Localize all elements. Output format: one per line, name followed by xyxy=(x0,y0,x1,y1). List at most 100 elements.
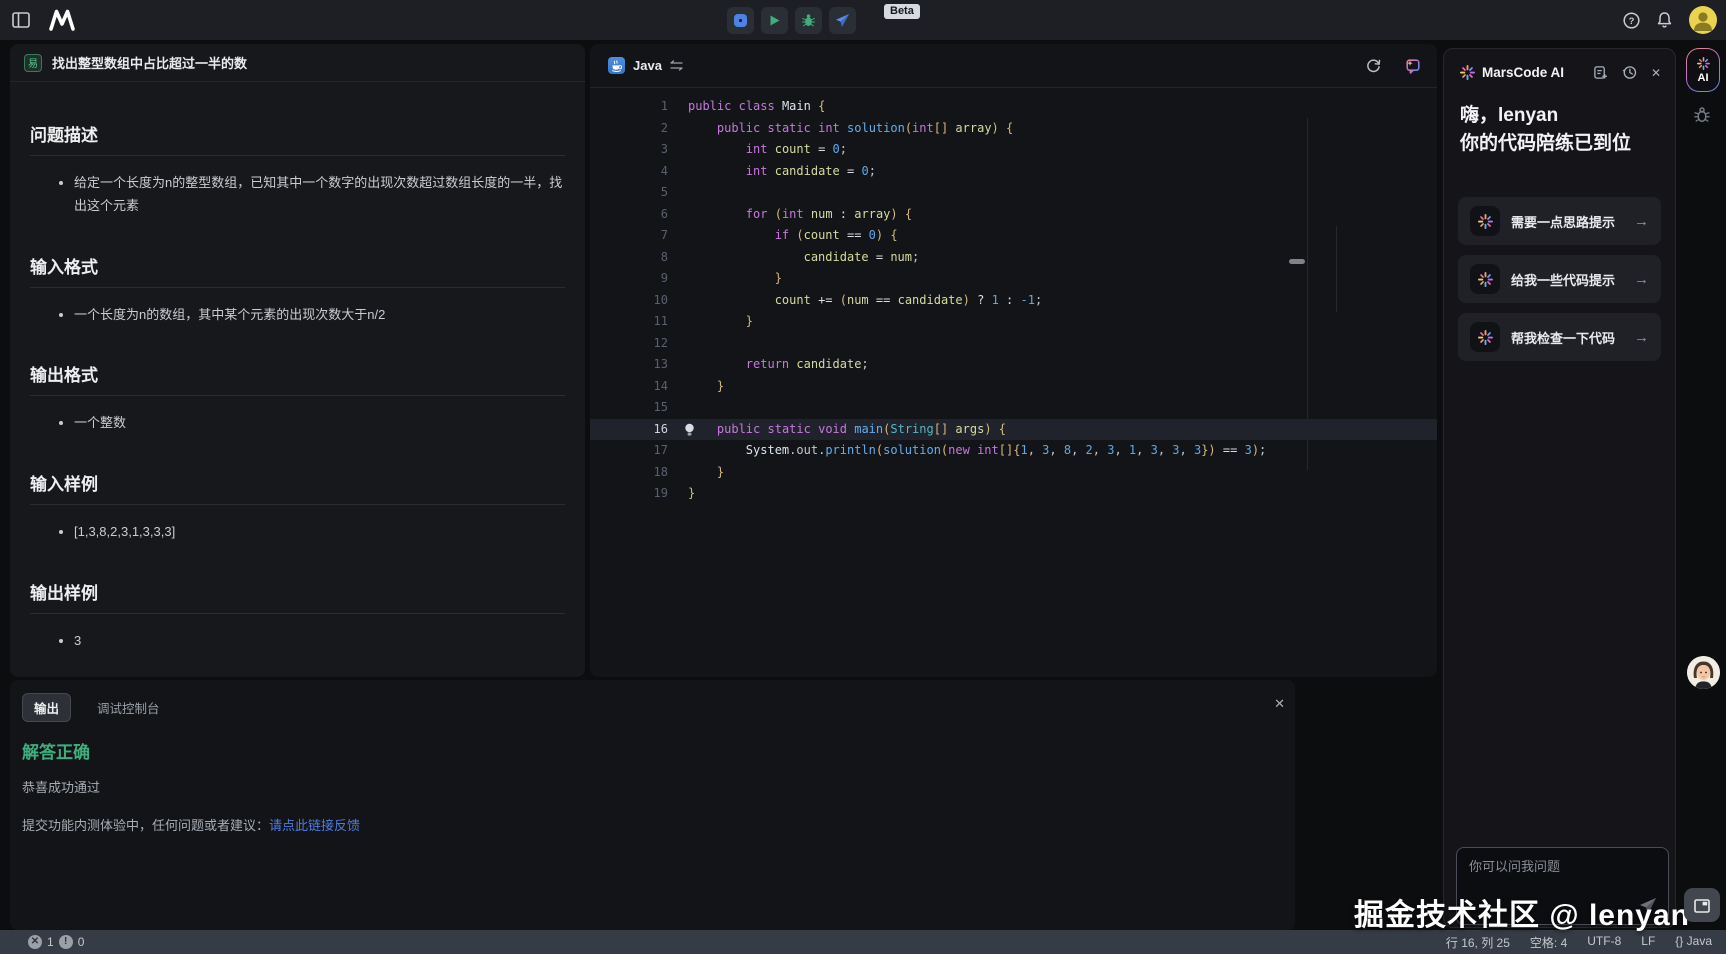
language-mode[interactable]: {} Java xyxy=(1675,934,1712,951)
line-number[interactable]: 4 xyxy=(590,161,668,183)
section-heading: 输入样例 xyxy=(30,470,565,495)
code-line[interactable]: 17 System.out.println(solution(new int[]… xyxy=(590,440,1437,462)
section-divider xyxy=(30,287,565,288)
code-editor[interactable]: 1 public class Main {2 public static int … xyxy=(590,88,1437,505)
encoding[interactable]: UTF-8 xyxy=(1587,934,1621,951)
line-number[interactable]: 6 xyxy=(590,204,668,226)
arrow-right-icon: → xyxy=(1634,271,1649,288)
indent-setting[interactable]: 空格: 4 xyxy=(1530,934,1567,951)
editor-scrollbar-marker[interactable] xyxy=(1289,259,1305,264)
problems-indicator[interactable]: ✕ 1 ! 0 xyxy=(0,935,84,949)
code-text: count += (num == candidate) ? 1 : -1; xyxy=(688,290,1042,312)
rail-debug-icon[interactable] xyxy=(1693,106,1711,124)
eol-setting[interactable]: LF xyxy=(1641,934,1655,951)
tab-debug-console[interactable]: 调试控制台 xyxy=(97,698,160,717)
line-number[interactable]: 13 xyxy=(590,354,668,376)
stop-button[interactable] xyxy=(727,7,754,34)
code-line[interactable]: 12 xyxy=(590,333,1437,355)
bug-icon xyxy=(801,13,816,28)
java-icon xyxy=(608,57,625,74)
cursor-position[interactable]: 行 16, 列 25 xyxy=(1446,934,1510,951)
code-text: if (count == 0) { xyxy=(688,225,898,247)
code-text: } xyxy=(688,311,753,333)
submit-button[interactable] xyxy=(829,7,856,34)
notifications-bell-icon[interactable] xyxy=(1656,11,1673,29)
line-number[interactable]: 7 xyxy=(590,225,668,247)
section-divider xyxy=(30,504,565,505)
feedback-link[interactable]: 请点此链接反馈 xyxy=(269,818,360,833)
code-line[interactable]: 8 candidate = num; xyxy=(590,247,1437,269)
code-line[interactable]: 14 } xyxy=(590,376,1437,398)
ai-chat-icon[interactable] xyxy=(1405,58,1421,74)
warning-icon: ! xyxy=(59,935,73,949)
error-count: 1 xyxy=(47,935,54,949)
reset-code-icon[interactable] xyxy=(1366,58,1381,73)
code-line[interactable]: 19} xyxy=(590,483,1437,505)
code-line[interactable]: 13 return candidate; xyxy=(590,354,1437,376)
lightbulb-icon[interactable] xyxy=(684,423,695,437)
section-divider xyxy=(30,395,565,396)
code-line[interactable]: 11 } xyxy=(590,311,1437,333)
close-output-icon[interactable]: ✕ xyxy=(1274,696,1285,712)
code-line[interactable]: 9 } xyxy=(590,268,1437,290)
line-number[interactable]: 18 xyxy=(590,462,668,484)
code-line[interactable]: 7 if (count == 0) { xyxy=(590,225,1437,247)
beta-badge: Beta xyxy=(884,4,920,19)
code-line[interactable]: 6 for (int num : array) { xyxy=(590,204,1437,226)
line-number[interactable]: 14 xyxy=(590,376,668,398)
code-line[interactable]: 3 int count = 0; xyxy=(590,139,1437,161)
ai-suggestion-card[interactable]: 给我一些代码提示 → xyxy=(1458,255,1661,303)
code-text: return candidate; xyxy=(688,354,869,376)
rail-ai-tab[interactable]: AI xyxy=(1686,48,1720,92)
arrow-right-icon: → xyxy=(1634,329,1649,346)
code-text: } xyxy=(688,462,724,484)
history-icon[interactable] xyxy=(1622,65,1637,80)
code-line[interactable]: 10 count += (num == candidate) ? 1 : -1; xyxy=(590,290,1437,312)
tab-output[interactable]: 输出 xyxy=(22,693,71,722)
marscode-logo[interactable] xyxy=(48,9,76,31)
spark-icon xyxy=(1697,57,1710,70)
line-number[interactable]: 16 xyxy=(590,419,668,441)
open-window-button[interactable] xyxy=(1684,888,1720,922)
close-ai-panel-icon[interactable]: ✕ xyxy=(1651,66,1661,80)
error-icon: ✕ xyxy=(28,935,42,949)
line-number[interactable]: 9 xyxy=(590,268,668,290)
ai-question-input[interactable] xyxy=(1469,859,1656,874)
help-icon[interactable]: ? xyxy=(1623,12,1640,29)
assistant-avatar[interactable] xyxy=(1687,656,1720,689)
spark-icon xyxy=(1470,206,1500,236)
line-number[interactable]: 2 xyxy=(590,118,668,140)
code-text: public class Main { xyxy=(688,96,825,118)
editor-panel: Java 1 public class Main {2 public static… xyxy=(590,44,1437,677)
code-line[interactable]: 1 public class Main { xyxy=(590,96,1437,118)
code-line[interactable]: 15 xyxy=(590,397,1437,419)
code-line[interactable]: 18 } xyxy=(590,462,1437,484)
swap-language-icon[interactable] xyxy=(670,60,683,71)
code-line[interactable]: 5 xyxy=(590,182,1437,204)
user-avatar[interactable] xyxy=(1689,6,1717,34)
language-tab[interactable]: Java xyxy=(608,57,683,74)
line-number[interactable]: 11 xyxy=(590,311,668,333)
code-line[interactable]: 2 public static int solution(int[] array… xyxy=(590,118,1437,140)
ai-suggestion-card[interactable]: 需要一点思路提示 → xyxy=(1458,197,1661,245)
new-chat-icon[interactable] xyxy=(1593,65,1608,80)
code-line[interactable]: 4 int candidate = 0; xyxy=(590,161,1437,183)
spark-icon xyxy=(1470,322,1500,352)
rail-ai-label: AI xyxy=(1698,72,1709,84)
code-text: } xyxy=(688,268,782,290)
line-number[interactable]: 19 xyxy=(590,483,668,505)
run-button[interactable] xyxy=(761,7,788,34)
line-number[interactable]: 15 xyxy=(590,397,668,419)
line-number[interactable]: 5 xyxy=(590,182,668,204)
line-number[interactable]: 3 xyxy=(590,139,668,161)
line-number[interactable]: 8 xyxy=(590,247,668,269)
line-number[interactable]: 12 xyxy=(590,333,668,355)
line-number[interactable]: 1 xyxy=(590,96,668,118)
ai-suggestion-card[interactable]: 帮我检查一下代码 → xyxy=(1458,313,1661,361)
sidebar-toggle-icon[interactable] xyxy=(12,12,30,28)
debug-button[interactable] xyxy=(795,7,822,34)
code-line[interactable]: 16 public static void main(String[] args… xyxy=(590,419,1437,441)
code-text: System.out.println(solution(new int[]{1,… xyxy=(688,440,1266,462)
line-number[interactable]: 10 xyxy=(590,290,668,312)
line-number[interactable]: 17 xyxy=(590,440,668,462)
